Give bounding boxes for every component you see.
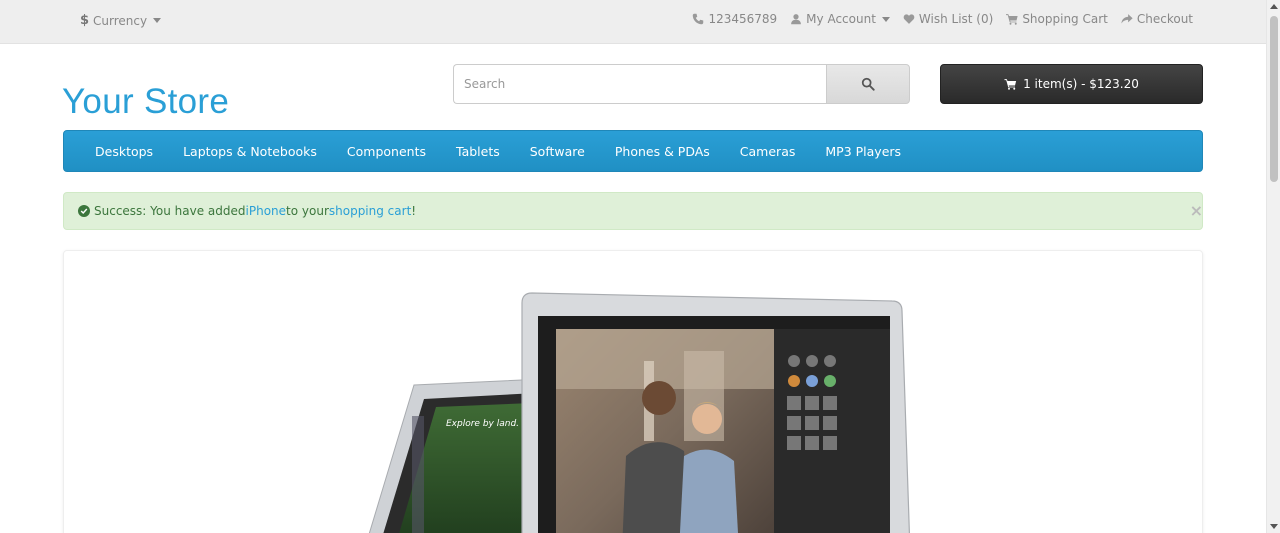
caret-down-icon (153, 18, 162, 23)
laptop-banner-image: Explore by land. (368, 292, 911, 533)
share-icon (1121, 14, 1133, 24)
alert-prefix: Success: You have added (94, 204, 246, 218)
menu-item-cameras[interactable]: Cameras (725, 144, 811, 159)
menu-item-laptops-notebooks[interactable]: Laptops & Notebooks (168, 144, 332, 159)
shopping-cart-icon (1004, 79, 1017, 90)
checkout-link[interactable]: Checkout (1121, 12, 1193, 26)
menu-item-components[interactable]: Components (332, 144, 441, 159)
caret-down-icon (881, 16, 890, 22)
close-icon[interactable]: × (1190, 201, 1203, 220)
phone-icon (693, 13, 704, 25)
user-icon (791, 14, 802, 25)
search-icon (861, 77, 875, 91)
alert-cart-link[interactable]: shopping cart (329, 204, 411, 218)
menu-item-tablets[interactable]: Tablets (441, 144, 515, 159)
cart-button[interactable]: 1 item(s) - $123.20 (940, 64, 1203, 104)
category-menu: Desktops Laptops & Notebooks Components … (63, 130, 1203, 172)
shopping-cart-link[interactable]: Shopping Cart (1006, 12, 1108, 26)
checkout-label: Checkout (1136, 12, 1193, 26)
phone-link[interactable]: 123456789 (692, 12, 777, 26)
menu-item-desktops[interactable]: Desktops (80, 144, 168, 159)
my-account-dropdown[interactable]: My Account (790, 12, 890, 26)
menu-item-mp3-players[interactable]: MP3 Players (810, 144, 916, 159)
vertical-scrollbar[interactable] (1266, 0, 1280, 533)
alert-suffix: ! (411, 204, 417, 218)
top-links: 123456789 My Account Wish List (0) Shopp… (692, 12, 1193, 26)
alert-middle: to your (286, 204, 329, 218)
heart-icon (903, 14, 915, 24)
check-circle-icon (78, 205, 90, 217)
scroll-up-icon[interactable] (1270, 4, 1278, 9)
banner-caption: Explore by land. (446, 419, 519, 429)
shopping-cart-icon (1006, 14, 1018, 25)
currency-label: Currency (93, 13, 148, 28)
search-input[interactable] (453, 64, 826, 104)
menu-item-software[interactable]: Software (515, 144, 600, 159)
scroll-down-icon[interactable] (1270, 524, 1278, 529)
currency-symbol: $ (80, 13, 90, 28)
shopping-cart-label: Shopping Cart (1022, 12, 1108, 26)
my-account-label: My Account (806, 12, 876, 26)
phone-number: 123456789 (708, 12, 778, 26)
cart-summary: 1 item(s) - $123.20 (1023, 77, 1139, 91)
store-logo[interactable]: Your Store (62, 82, 229, 122)
top-bar: $ Currency 123456789 My Account Wish Lis… (0, 0, 1266, 44)
menu-item-phones-pdas[interactable]: Phones & PDAs (600, 144, 725, 159)
success-alert: Success: You have added iPhone to your s… (63, 192, 1203, 230)
slideshow-banner[interactable]: Explore by land. (63, 250, 1203, 533)
scrollbar-thumb[interactable] (1270, 16, 1278, 182)
search-group (453, 64, 910, 104)
wishlist-label: Wish List (0) (918, 12, 994, 26)
search-button[interactable] (826, 64, 910, 104)
currency-dropdown[interactable]: $ Currency (80, 13, 162, 28)
wishlist-link[interactable]: Wish List (0) (903, 12, 993, 26)
alert-product-link[interactable]: iPhone (246, 204, 287, 218)
